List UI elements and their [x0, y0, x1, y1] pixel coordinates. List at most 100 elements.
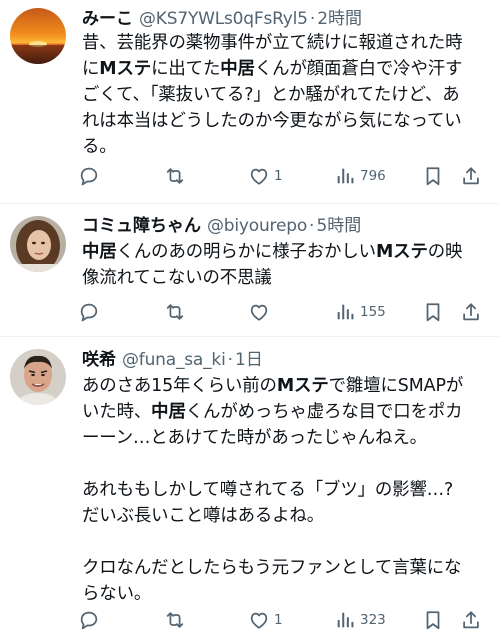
- text-run: 像流れてこないの不思議: [82, 268, 272, 288]
- separator-dot: ·: [309, 9, 316, 29]
- share-icon: [460, 165, 482, 187]
- tweet[interactable]: 咲希 @funa_sa_ki · 1日 あのさあ15年くらい前のMステで雛壇にS…: [0, 337, 500, 644]
- highlighted-keyword: 中居: [82, 242, 117, 262]
- like-button[interactable]: 1: [248, 607, 283, 633]
- user-handle[interactable]: @funa_sa_ki: [122, 350, 226, 370]
- reply-button[interactable]: [78, 607, 104, 633]
- tweet-text-line: 中居くんのあの明らかに様子おかしいMステの映: [82, 239, 490, 265]
- text-run: くんが顔面蒼白で冷や汗す: [254, 59, 463, 79]
- tweet-text-line: にMステに出てた中居くんが顔面蒼白で冷や汗す: [82, 56, 490, 82]
- text-run: くんのあの明らかに様子おかしい: [116, 242, 376, 262]
- repost-button[interactable]: [164, 607, 190, 633]
- user-handle[interactable]: @biyourepo: [207, 216, 307, 236]
- tweet-text-line: ごくて、「薬抜いてる?」とか騒がれてたけど、あ: [82, 82, 490, 108]
- bookmark-icon: [422, 609, 444, 631]
- action-bar: 1 796: [78, 163, 486, 189]
- tweet-text-line: だいぶ長いこと噂はあるよね。: [82, 503, 490, 529]
- like-count: 1: [274, 168, 283, 184]
- bookmark-button[interactable]: [422, 299, 444, 325]
- tweet-text-line: あれももしかして噂されてる「ブツ」の影響…?: [82, 477, 490, 503]
- text-run: れは本当はどうしたのか今更ながら気になってい: [82, 111, 462, 131]
- tweet-text: あのさあ15年くらい前のMステで雛壇にSMAPがいた時、中居くんがめっちゃ虚ろな…: [82, 373, 490, 607]
- tweet-text-line: 像流れてこないの不思議: [82, 265, 490, 291]
- share-button[interactable]: [460, 163, 482, 189]
- man-avatar-image: [10, 349, 66, 405]
- bookmark-icon: [422, 165, 444, 187]
- text-run: くんがめっちゃ虚ろな目で口をポカ: [185, 402, 463, 422]
- avatar[interactable]: [10, 349, 66, 405]
- text-run: ーーン…とあけてた時があったじゃんねえ。: [82, 428, 427, 448]
- avatar[interactable]: [10, 8, 66, 64]
- separator-dot: ·: [309, 216, 315, 236]
- woman-avatar-image: [10, 216, 66, 272]
- timestamp[interactable]: 2時間: [317, 4, 362, 29]
- tweet-text: 中居くんのあの明らかに様子おかしいMステの映像流れてこないの不思議: [82, 239, 490, 291]
- view-count: 796: [360, 168, 386, 184]
- views-icon: [334, 301, 356, 323]
- user-handle[interactable]: @KS7YWLs0qFsRyl5: [139, 9, 308, 29]
- views-button[interactable]: 796: [334, 163, 386, 189]
- text-run: に出てた: [151, 59, 221, 79]
- timestamp[interactable]: 5時間: [316, 211, 361, 236]
- repost-icon: [164, 165, 186, 187]
- bookmark-button[interactable]: [422, 607, 444, 633]
- tweet-text-line: る。: [82, 134, 490, 160]
- separator-dot: ·: [227, 350, 233, 370]
- reply-icon: [78, 609, 100, 631]
- display-name[interactable]: 咲希: [82, 345, 116, 370]
- views-button[interactable]: 323: [334, 607, 386, 633]
- highlighted-keyword: 中居: [220, 59, 255, 79]
- share-button[interactable]: [460, 607, 482, 633]
- text-run: 昔、芸能界の薬物事件が立て続けに報道された時: [82, 33, 463, 53]
- tweet[interactable]: コミュ障ちゃん @biyourepo · 5時間 中居くんのあの明らかに様子おか…: [0, 204, 500, 337]
- text-run: の映: [427, 242, 463, 262]
- tweet-text-line: あのさあ15年くらい前のMステで雛壇にSMAPが: [82, 373, 490, 399]
- like-button[interactable]: [248, 299, 274, 325]
- bookmark-button[interactable]: [422, 163, 444, 189]
- text-run: に: [82, 59, 100, 79]
- highlighted-keyword: Mステ: [375, 242, 428, 262]
- like-icon: [248, 609, 270, 631]
- text-run: らない。: [82, 584, 152, 604]
- text-run: クロなんだとしたらもう元ファンとして言葉にな: [82, 558, 462, 578]
- view-count: 155: [360, 304, 386, 320]
- tweet-text-line: 昔、芸能界の薬物事件が立て続けに報道された時: [82, 30, 490, 56]
- reply-button[interactable]: [78, 163, 104, 189]
- text-run: で雛壇にSMAPが: [328, 376, 464, 396]
- text-run: あれももしかして噂されてる「ブツ」の影響…?: [82, 480, 454, 500]
- like-button[interactable]: 1: [248, 163, 283, 189]
- timeline-feed: みーこ @KS7YWLs0qFsRyl5 · 2時間 昔、芸能界の薬物事件が立て…: [0, 0, 500, 644]
- repost-icon: [164, 609, 186, 631]
- tweet-text-line: クロなんだとしたらもう元ファンとして言葉にな: [82, 555, 490, 581]
- repost-button[interactable]: [164, 163, 190, 189]
- timestamp[interactable]: 1日: [235, 345, 263, 370]
- views-icon: [334, 165, 356, 187]
- like-icon: [248, 301, 270, 323]
- action-bar: 155: [78, 299, 486, 325]
- share-icon: [460, 609, 482, 631]
- highlighted-keyword: Mステ: [276, 376, 329, 396]
- paragraph-break: [82, 451, 490, 477]
- text-run: ごくて、「薬抜いてる?」とか騒がれてたけど、あ: [82, 85, 460, 105]
- reply-button[interactable]: [78, 299, 104, 325]
- highlighted-keyword: Mステ: [99, 59, 152, 79]
- sunset-avatar-image: [10, 8, 66, 64]
- text-run: る。: [82, 137, 117, 157]
- text-run: だいぶ長いこと噂はあるよね。: [82, 506, 325, 526]
- display-name[interactable]: コミュ障ちゃん: [82, 211, 201, 236]
- avatar[interactable]: [10, 216, 66, 272]
- views-button[interactable]: 155: [334, 299, 386, 325]
- views-icon: [334, 609, 356, 631]
- highlighted-keyword: 中居: [151, 402, 186, 422]
- text-run: いた時、: [82, 402, 152, 422]
- repost-button[interactable]: [164, 299, 190, 325]
- like-count: 1: [274, 612, 283, 628]
- share-button[interactable]: [460, 299, 482, 325]
- tweet-text-line: れは本当はどうしたのか今更ながら気になってい: [82, 108, 490, 134]
- paragraph-break: [82, 529, 490, 555]
- bookmark-icon: [422, 301, 444, 323]
- display-name[interactable]: みーこ: [82, 4, 133, 29]
- reply-icon: [78, 165, 100, 187]
- tweet-text-line: らない。: [82, 581, 490, 607]
- tweet[interactable]: みーこ @KS7YWLs0qFsRyl5 · 2時間 昔、芸能界の薬物事件が立て…: [0, 0, 500, 204]
